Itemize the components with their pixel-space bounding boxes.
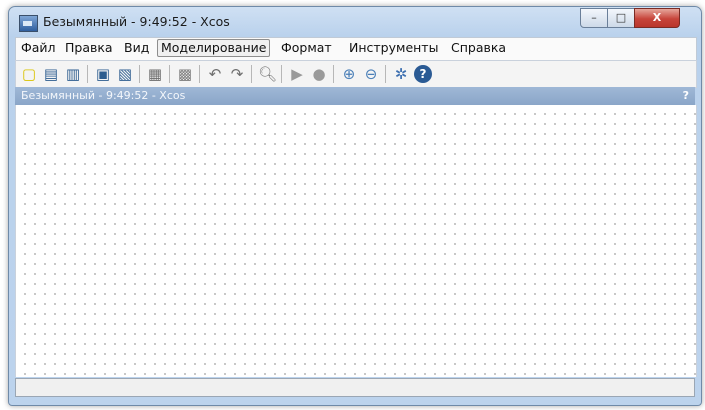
toolbar-separator [87, 65, 88, 83]
new-diagram-icon[interactable]: ▢ [20, 65, 38, 83]
open-file-icon[interactable]: ▥ [64, 65, 82, 83]
delete-icon[interactable]: ▩ [176, 65, 194, 83]
palette-browser-icon[interactable]: ✲ [392, 65, 410, 83]
close-button[interactable]: X [634, 8, 680, 28]
status-bar [15, 378, 695, 397]
toolbar: ▢ ▤ ▥ ▣ ▧ ▦ ▩ ↶ ↷ 🔍︎ ▶ ● ⊕ ⊖ ✲ ? [15, 60, 697, 88]
redo-icon[interactable]: ↷ [228, 65, 246, 83]
help-icon[interactable]: ? [414, 65, 432, 83]
menu-bar: Файл Правка Вид Моделирование Формат Инс… [15, 37, 697, 61]
menu-simulation[interactable]: Моделирование [157, 39, 271, 57]
minimize-button[interactable]: – [580, 8, 608, 28]
toolbar-separator [169, 65, 170, 83]
toolbar-separator [281, 65, 282, 83]
toolbar-separator [333, 65, 334, 83]
toolbar-separator [139, 65, 140, 83]
toolbar-separator [199, 65, 200, 83]
diagram-tab-header: Безымянный - 9:49:52 - Xcos ? [15, 87, 695, 105]
toolbar-separator [385, 65, 386, 83]
menu-file[interactable]: Файл [19, 40, 58, 56]
zoom-out-icon[interactable]: ⊖ [362, 65, 380, 83]
menu-format[interactable]: Формат [279, 40, 334, 56]
menu-view[interactable]: Вид [122, 40, 151, 56]
menu-tools[interactable]: Инструменты [347, 40, 440, 56]
menu-help[interactable]: Справка [449, 40, 508, 56]
stop-icon[interactable]: ● [310, 65, 328, 83]
save-icon[interactable]: ▣ [94, 65, 112, 83]
diagram-canvas[interactable] [15, 105, 697, 377]
start-icon[interactable]: ▶ [288, 65, 306, 83]
fit-diagram-icon[interactable]: 🔍︎ [258, 65, 277, 83]
maximize-button[interactable]: □ [607, 8, 635, 28]
open-icon[interactable]: ▤ [42, 65, 60, 83]
xcos-app-icon [19, 15, 38, 32]
title-bar[interactable]: Безымянный - 9:49:52 - Xcos – □ X [9, 7, 701, 37]
window-title: Безымянный - 9:49:52 - Xcos [43, 14, 230, 29]
save-as-icon[interactable]: ▧ [116, 65, 134, 83]
toolbar-separator [251, 65, 252, 83]
print-icon[interactable]: ▦ [146, 65, 164, 83]
diagram-help-icon[interactable]: ? [683, 89, 689, 102]
undo-icon[interactable]: ↶ [206, 65, 224, 83]
menu-edit[interactable]: Правка [63, 40, 115, 56]
zoom-in-icon[interactable]: ⊕ [340, 65, 358, 83]
diagram-title: Безымянный - 9:49:52 - Xcos [21, 89, 186, 102]
main-window: Безымянный - 9:49:52 - Xcos – □ X Файл П… [8, 6, 702, 406]
